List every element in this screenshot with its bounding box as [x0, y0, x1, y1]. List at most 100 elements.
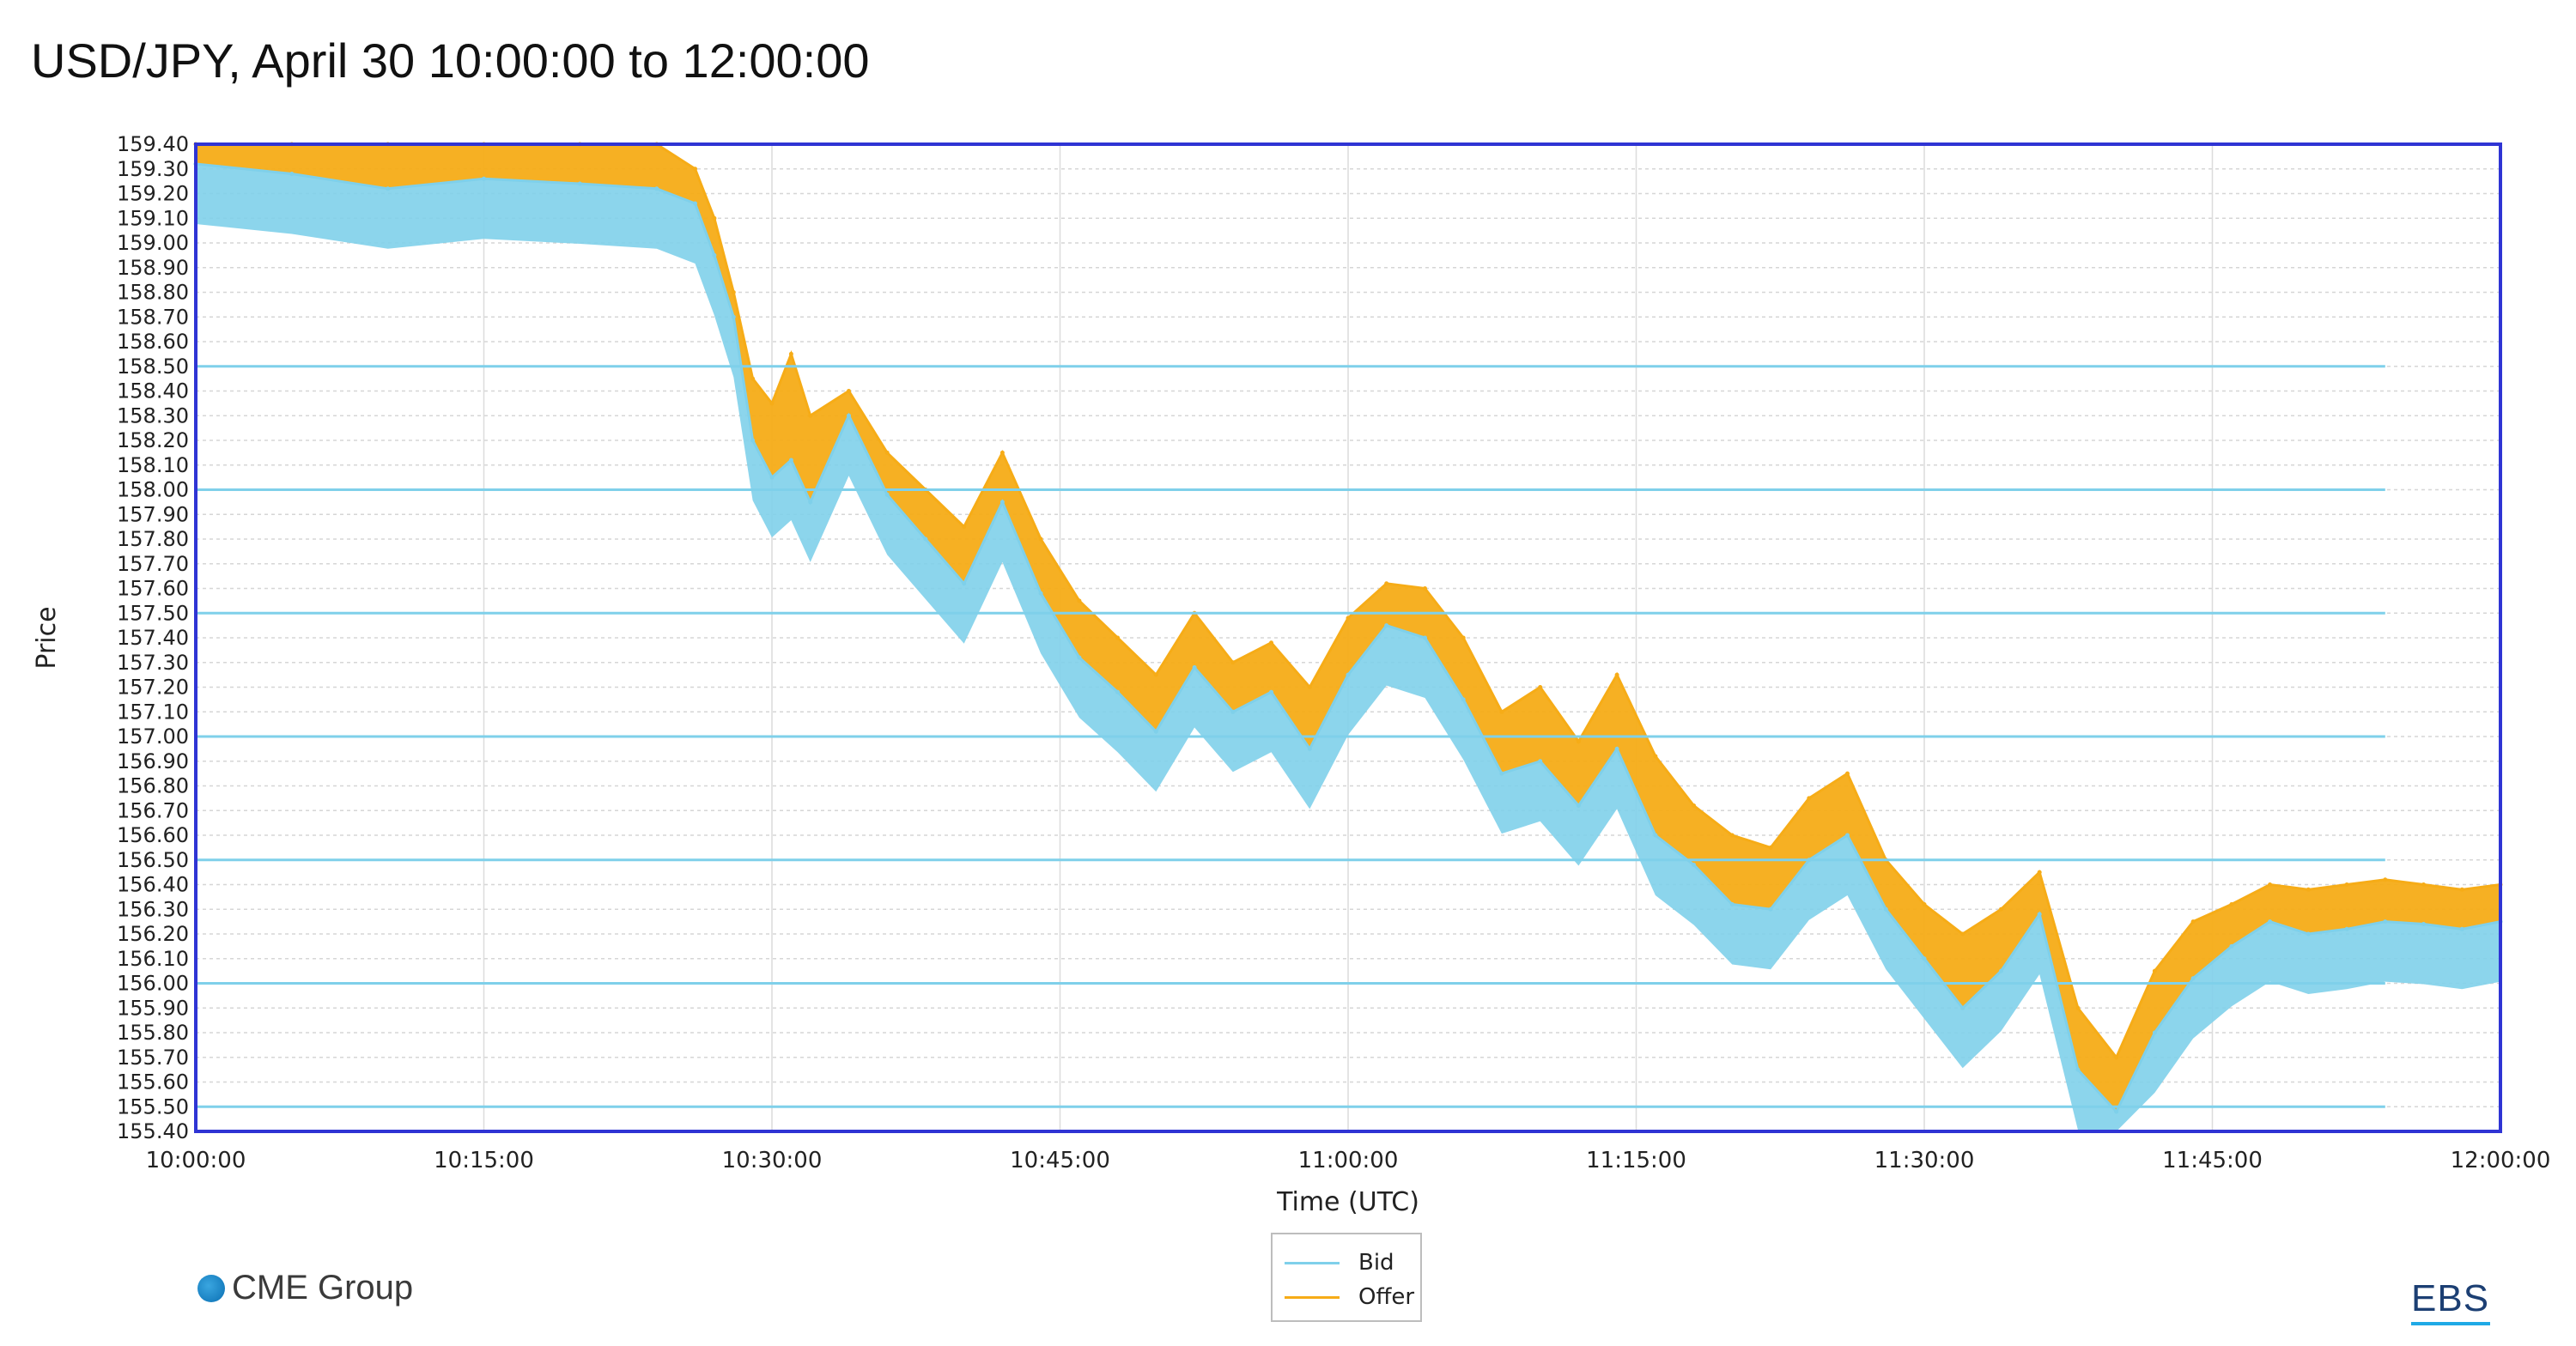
bid-point [1153, 729, 1158, 734]
offer-point [1461, 635, 1466, 640]
bid-point [847, 413, 851, 418]
offer-point [847, 389, 851, 393]
offer-point [2075, 1005, 2081, 1010]
bid-point [1230, 709, 1236, 714]
offer-point [2190, 919, 2196, 925]
bid-point [2190, 976, 2196, 981]
y-tick-label: 159.30 [117, 157, 189, 181]
y-tick-label: 158.20 [117, 428, 189, 452]
bid-point [1384, 623, 1389, 628]
offer-point [1614, 672, 1619, 677]
bid-point [289, 172, 295, 176]
y-tick-label: 158.30 [117, 403, 189, 427]
bid-point [788, 458, 793, 463]
bid-point [1461, 697, 1466, 702]
offer-point [2152, 968, 2157, 973]
y-axis-label: Price [32, 606, 62, 669]
offer-point [962, 524, 967, 530]
offer-point [2037, 870, 2042, 875]
offer-point [1922, 902, 1927, 906]
bid-point [1845, 833, 1850, 838]
legend-label-offer: Offer [1358, 1284, 1415, 1310]
x-tick-label: 10:15:00 [434, 1148, 534, 1173]
x-axis: 10:00:00 10:15:00 10:30:00 10:45:00 11:00:00… [146, 1148, 2551, 1173]
y-tick-label: 157.70 [117, 552, 189, 576]
offer-point [712, 215, 717, 221]
x-axis-label: Time (UTC) [1276, 1187, 1419, 1217]
y-tick-label: 156.80 [117, 774, 189, 798]
offer-point [769, 401, 775, 406]
y-tick-label: 158.60 [117, 330, 189, 354]
bid-point [1922, 956, 1927, 961]
offer-point [884, 450, 890, 455]
y-tick-label: 157.80 [117, 527, 189, 551]
offer-point [1538, 685, 1543, 689]
offer-point [2459, 887, 2464, 892]
cme-group-text: CME Group [232, 1269, 414, 1307]
offer-point [1423, 586, 1427, 591]
x-tick-label: 12:00:00 [2451, 1148, 2551, 1173]
x-tick-label: 10:45:00 [1010, 1148, 1110, 1173]
ebs-logo: EBS [2411, 1277, 2490, 1325]
bid-point [693, 201, 697, 206]
price-chart: 159.40159.30159.20159.10159.00158.90158.… [32, 132, 2551, 1217]
y-tick-label: 159.40 [117, 132, 189, 156]
bid-point [2075, 1067, 2081, 1072]
bid-point [654, 186, 659, 191]
bid-point [1192, 665, 1197, 670]
offer-point [1230, 660, 1236, 665]
bid-point [884, 492, 890, 497]
y-tick-label: 156.60 [117, 823, 189, 847]
offer-point [1153, 672, 1158, 677]
bid-point [482, 176, 486, 181]
offer-point [1999, 906, 2003, 912]
bid-point [2114, 1109, 2119, 1114]
bid-point [2459, 926, 2464, 931]
legend-swatch-bid [1285, 1261, 1340, 1264]
offer-point [750, 376, 756, 381]
offer-point [999, 450, 1005, 455]
y-tick-label: 156.50 [117, 848, 189, 872]
x-tick-label: 11:30:00 [1874, 1148, 1975, 1173]
offer-point [693, 167, 697, 172]
y-tick-label: 157.10 [117, 700, 189, 724]
bid-point [1346, 672, 1351, 677]
legend-item-bid: Bid [1285, 1250, 1394, 1276]
offer-point [1115, 635, 1121, 640]
bid-point [386, 186, 391, 191]
y-tick-label: 156.10 [117, 947, 189, 971]
offer-point [1729, 833, 1735, 838]
offer-point [2268, 882, 2273, 887]
bid-point [2344, 926, 2349, 931]
ebs-underline [2411, 1322, 2490, 1325]
y-tick-label: 158.00 [117, 478, 189, 502]
bid-point [1768, 906, 1773, 912]
bid-point [1614, 746, 1619, 751]
bid-point [1038, 591, 1043, 596]
bid-point [712, 252, 717, 258]
legend: Bid Offer [1271, 1233, 1422, 1322]
offer-point [1768, 845, 1773, 850]
y-tick-label: 157.00 [117, 725, 189, 749]
cme-group-logo: CME Group [197, 1269, 413, 1307]
legend-item-offer: Offer [1285, 1284, 1414, 1310]
bid-point [1729, 902, 1735, 906]
x-tick-label: 10:30:00 [722, 1148, 823, 1173]
offer-point [2229, 902, 2234, 906]
offer-point [1692, 803, 1697, 808]
x-tick-label: 11:15:00 [1586, 1148, 1686, 1173]
y-tick-label: 156.30 [117, 897, 189, 921]
offer-point [1346, 615, 1351, 621]
offer-point [2383, 877, 2388, 882]
offer-point [1845, 771, 1850, 776]
y-tick-label: 155.70 [117, 1046, 189, 1070]
x-tick-label: 11:45:00 [2162, 1148, 2263, 1173]
x-tick-label: 11:00:00 [1298, 1148, 1399, 1173]
y-tick-label: 157.30 [117, 651, 189, 675]
y-tick-label: 157.60 [117, 577, 189, 601]
offer-point [1038, 537, 1043, 542]
bid-point [1999, 968, 2003, 973]
bid-point [808, 500, 813, 505]
y-tick-label: 159.20 [117, 182, 189, 206]
bid-point [1883, 906, 1888, 912]
